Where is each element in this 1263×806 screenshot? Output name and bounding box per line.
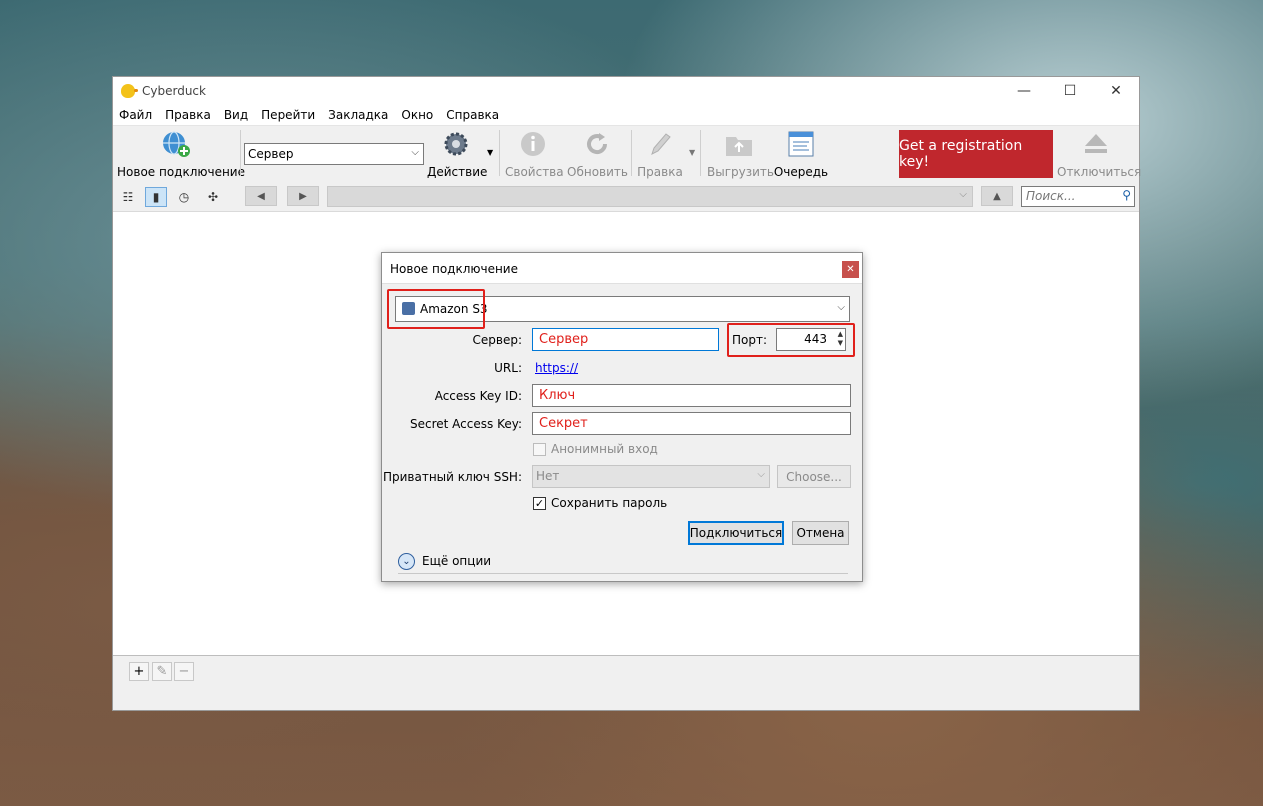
history-view-icon[interactable]: ◷	[173, 187, 195, 207]
protocol-select[interactable]: Сервер ⌵	[244, 143, 424, 165]
menu-edit[interactable]: Правка	[165, 108, 211, 122]
protocol-select-value: Сервер	[248, 147, 294, 161]
expand-options-icon[interactable]: ⌄	[398, 553, 415, 570]
new-connection-button[interactable]: Новое подключение	[117, 130, 245, 179]
parent-directory-button[interactable]: ▲	[981, 186, 1013, 206]
delete-bookmark-button[interactable]: −	[174, 662, 194, 681]
refresh-label: Обновить	[567, 165, 628, 179]
search-input[interactable]: Поиск... ⚲	[1021, 186, 1135, 207]
ssh-key-select[interactable]: Нет ⌵	[532, 465, 770, 488]
toolbar-separator	[499, 130, 500, 176]
menu-help[interactable]: Справка	[446, 108, 499, 122]
server-label: Сервер:	[472, 333, 523, 347]
queue-label: Очередь	[773, 165, 829, 179]
menu-bookmark[interactable]: Закладка	[328, 108, 388, 122]
queue-icon	[788, 131, 814, 157]
chevron-down-icon: ⌵	[837, 302, 845, 313]
search-placeholder: Поиск...	[1026, 189, 1076, 203]
menu-window[interactable]: Окно	[401, 108, 433, 122]
action-dropdown-icon[interactable]: ▼	[487, 148, 493, 157]
chevron-down-icon: ⌵	[959, 189, 967, 200]
edit-bookmark-button[interactable]: ✎	[152, 662, 172, 681]
window-title: Cyberduck	[142, 83, 206, 98]
port-input[interactable]: 443 ▲ ▼	[776, 328, 846, 351]
info-label: Свойства	[505, 165, 564, 179]
port-stepper-icon[interactable]: ▲ ▼	[838, 330, 843, 348]
secret-key-label: Secret Access Key:	[410, 417, 522, 431]
anonymous-checkbox[interactable]	[533, 443, 546, 456]
maximize-button[interactable]: ☐	[1047, 77, 1093, 104]
chevron-down-icon: ⌵	[757, 469, 765, 480]
toolbar-separator	[700, 130, 701, 176]
toolbar-separator	[631, 130, 632, 176]
port-value: 443	[804, 332, 827, 346]
url-label: URL:	[494, 361, 522, 375]
refresh-icon	[587, 133, 608, 154]
queue-button[interactable]: Очередь	[773, 130, 829, 179]
edit-label: Правка	[637, 165, 683, 179]
chevron-down-icon: ⌵	[411, 147, 419, 158]
access-key-label: Access Key ID:	[434, 389, 522, 403]
globe-add-icon	[163, 131, 190, 157]
ssh-key-label: Приватный ключ SSH:	[382, 470, 522, 484]
pencil-icon	[651, 133, 671, 155]
dialog-title-bar: Новое подключение ✕	[382, 253, 862, 284]
browser-view-icon[interactable]: ☷	[117, 187, 139, 207]
add-bookmark-button[interactable]: +	[129, 662, 149, 681]
menu-bar: Файл Правка Вид Перейти Закладка Окно Сп…	[113, 104, 1139, 126]
bookmarks-view-icon[interactable]: ▮	[145, 187, 167, 207]
action-button[interactable]: Действие	[427, 130, 488, 179]
eject-icon	[1085, 134, 1107, 153]
back-button[interactable]: ◀	[245, 186, 277, 206]
bottom-bar: + ✎ −	[113, 655, 1139, 710]
new-connection-label: Новое подключение	[117, 165, 245, 179]
menu-file[interactable]: Файл	[119, 108, 152, 122]
upload-button[interactable]: Выгрузить	[707, 130, 774, 179]
server-input[interactable]: Сервер	[532, 328, 719, 351]
search-icon: ⚲	[1122, 188, 1131, 202]
title-bar: Cyberduck — ☐ ✕	[113, 77, 1139, 104]
navigation-bar: ☷ ▮ ◷ ✣ ◀ ▶ ⌵ ▲ Поиск... ⚲	[113, 181, 1139, 212]
edit-dropdown-icon[interactable]: ▼	[689, 148, 695, 157]
disconnect-button[interactable]: Отключиться	[1057, 130, 1142, 179]
forward-button[interactable]: ▶	[287, 186, 319, 206]
choose-button[interactable]: Choose...	[777, 465, 851, 488]
dialog-title: Новое подключение	[390, 262, 518, 276]
menu-view[interactable]: Вид	[224, 108, 248, 122]
bonjour-view-icon[interactable]: ✣	[202, 187, 224, 207]
more-options-label[interactable]: Ещё опции	[422, 554, 491, 568]
minimize-button[interactable]: —	[1001, 77, 1047, 104]
path-select[interactable]: ⌵	[327, 186, 973, 207]
toolbar: Новое подключение Сервер ⌵ Действие ▼ Св…	[113, 125, 1142, 182]
action-label: Действие	[427, 165, 488, 179]
upload-folder-icon	[726, 137, 752, 156]
registration-key-button[interactable]: Get a registration key!	[899, 130, 1053, 178]
cyberduck-logo-icon	[121, 83, 138, 98]
ssh-key-value: Нет	[536, 469, 560, 483]
new-connection-dialog: Новое подключение ✕ Amazon S3 ⌵ Сервер: …	[381, 252, 863, 582]
dialog-close-button[interactable]: ✕	[842, 261, 859, 278]
url-link[interactable]: https://	[535, 361, 578, 375]
upload-label: Выгрузить	[707, 165, 774, 179]
save-password-checkbox[interactable]: ✓	[533, 497, 546, 510]
cancel-button[interactable]: Отмена	[792, 521, 849, 545]
refresh-button[interactable]: Обновить	[567, 130, 628, 179]
gear-icon	[444, 132, 468, 156]
info-icon	[521, 132, 545, 156]
edit-button[interactable]: Правка	[636, 130, 684, 179]
anonymous-label: Анонимный вход	[551, 442, 658, 456]
port-label: Порт:	[732, 333, 768, 347]
access-key-input[interactable]: Ключ	[532, 384, 851, 407]
connect-button[interactable]: Подключиться	[688, 521, 784, 545]
dialog-divider	[398, 573, 848, 574]
menu-go[interactable]: Перейти	[261, 108, 315, 122]
info-button[interactable]: Свойства	[505, 130, 564, 179]
secret-key-input[interactable]: Секрет	[532, 412, 851, 435]
disconnect-label: Отключиться	[1057, 165, 1142, 179]
protocol-highlight	[387, 289, 485, 329]
save-password-label: Сохранить пароль	[551, 496, 668, 510]
toolbar-separator	[240, 130, 241, 176]
close-button[interactable]: ✕	[1093, 77, 1139, 104]
